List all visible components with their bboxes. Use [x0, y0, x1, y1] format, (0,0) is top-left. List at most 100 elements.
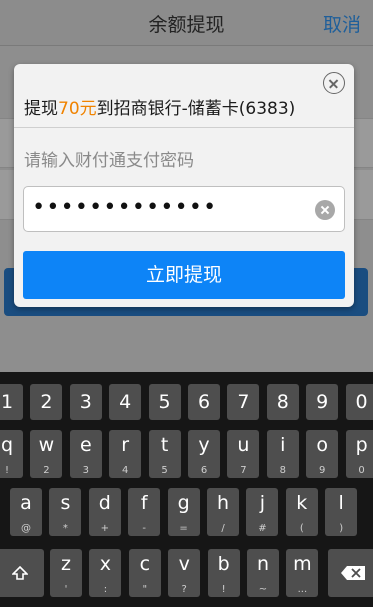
clear-icon[interactable] — [315, 200, 335, 220]
backspace-key[interactable] — [328, 549, 373, 597]
key-s[interactable]: s * — [49, 488, 82, 536]
key-label: n — [256, 553, 270, 575]
key-f[interactable]: f- — [128, 488, 161, 536]
key-label: x — [99, 553, 112, 575]
key-sublabel: 9 — [319, 465, 326, 476]
key-label: r — [121, 434, 130, 456]
key-sublabel: ~ — [258, 584, 268, 595]
key-label: z — [61, 553, 71, 575]
key-label: o — [316, 434, 328, 456]
key-g[interactable]: g = — [167, 488, 200, 536]
key-b[interactable]: b! — [207, 549, 240, 597]
key-m[interactable]: m... — [286, 549, 319, 597]
key-label: 6 — [197, 391, 211, 413]
key-label: y — [198, 434, 210, 456]
key-i[interactable]: i8 — [266, 430, 299, 478]
key-p[interactable]: p0 — [345, 430, 373, 478]
close-icon[interactable] — [323, 72, 345, 94]
key-4[interactable]: 4 — [109, 384, 142, 420]
key-label: c — [139, 553, 151, 575]
password-hint: 请输入财付通支付密码 — [24, 151, 194, 171]
key-label: 3 — [79, 391, 92, 413]
key-label: 1 — [0, 391, 14, 413]
key-label: h — [216, 492, 230, 514]
withdraw-amount: 70元 — [58, 99, 97, 119]
key-l[interactable]: l) — [325, 488, 358, 536]
backspace-icon — [341, 566, 365, 580]
key-label: s — [60, 492, 71, 514]
key-y[interactable]: y6 — [188, 430, 220, 478]
key-label: a — [20, 492, 32, 514]
key-label: k — [296, 492, 308, 514]
key-d[interactable]: d + — [88, 488, 121, 536]
cancel-button[interactable]: 取消 — [323, 10, 361, 37]
key-label: b — [217, 553, 230, 575]
shift-icon — [12, 566, 28, 580]
key-sublabel: - — [142, 523, 146, 534]
key-label: j — [259, 492, 266, 514]
key-r[interactable]: r4 — [109, 430, 142, 478]
key-sublabel: 6 — [200, 465, 208, 476]
shift-key[interactable] — [0, 549, 44, 597]
key-q[interactable]: q! — [0, 430, 23, 478]
key-label: w — [38, 434, 55, 456]
key-sublabel: ' — [64, 584, 68, 595]
key-w[interactable]: w2 — [30, 430, 63, 478]
key-3[interactable]: 3 — [69, 384, 102, 420]
key-sublabel: ! — [221, 584, 226, 595]
key-sublabel: ( — [299, 523, 304, 534]
key-z[interactable]: z ' — [50, 549, 82, 597]
key-7[interactable]: 7 — [227, 384, 260, 420]
key-k[interactable]: k( — [285, 488, 318, 536]
key-0[interactable]: 0 — [345, 384, 373, 420]
key-label: i — [280, 434, 286, 456]
key-o[interactable]: o9 — [306, 430, 339, 478]
key-label: f — [140, 492, 148, 514]
key-6[interactable]: 6 — [188, 384, 220, 420]
key-sublabel: / — [221, 523, 225, 534]
title-prefix: 提现 — [24, 99, 58, 119]
key-e[interactable]: e3 — [69, 430, 102, 478]
key-sublabel: + — [100, 523, 109, 534]
key-label: 7 — [237, 391, 250, 413]
password-field[interactable]: ••••••••••••• — [23, 186, 345, 232]
key-label: 0 — [355, 391, 368, 413]
key-sublabel: = — [179, 523, 188, 534]
key-label: 4 — [119, 391, 132, 413]
key-label: u — [237, 434, 250, 456]
key-sublabel: 3 — [82, 465, 89, 476]
divider — [14, 127, 354, 128]
key-8[interactable]: 8 — [266, 384, 299, 420]
key-label: 2 — [40, 391, 53, 413]
key-v[interactable]: v? — [168, 549, 201, 597]
key-2[interactable]: 2 — [30, 384, 63, 420]
key-9[interactable]: 9 — [306, 384, 339, 420]
key-n[interactable]: n ~ — [247, 549, 279, 597]
key-h[interactable]: h / — [207, 488, 239, 536]
key-label: p — [355, 434, 368, 456]
key-label: g — [177, 492, 190, 514]
key-label: t — [160, 434, 169, 456]
key-label: 5 — [158, 391, 171, 413]
key-a[interactable]: a @ — [10, 488, 42, 536]
key-sublabel: 2 — [43, 465, 50, 476]
key-label: 8 — [276, 391, 289, 413]
dialog-title: 提现70元到招商银行-储蓄卡(6383) — [24, 94, 295, 119]
page-title: 余额提现 — [148, 14, 225, 36]
key-sublabel: 7 — [240, 465, 247, 476]
key-sublabel: 5 — [161, 465, 168, 476]
key-u[interactable]: u7 — [227, 430, 260, 478]
key-5[interactable]: 5 — [148, 384, 181, 420]
key-j[interactable]: j # — [246, 488, 279, 536]
key-label: m — [293, 553, 312, 575]
key-t[interactable]: t5 — [148, 430, 181, 478]
key-c[interactable]: c " — [128, 549, 161, 597]
key-sublabel: : — [103, 584, 108, 595]
soft-keyboard: 1 2 3 4 5 6 7 8 9 0 q! w 2 e 3 r 4 t 5 y 6 u 7 i 8 o 9 p 0 a @ s * d + f - g =… — [0, 372, 373, 607]
key-label: d — [98, 492, 111, 514]
key-x[interactable]: x: — [89, 549, 122, 597]
confirm-withdraw-button[interactable]: 立即提现 — [23, 251, 345, 299]
key-sublabel: 0 — [358, 465, 365, 476]
key-1[interactable]: 1 — [0, 384, 23, 420]
password-value: ••••••••••••• — [32, 195, 218, 220]
